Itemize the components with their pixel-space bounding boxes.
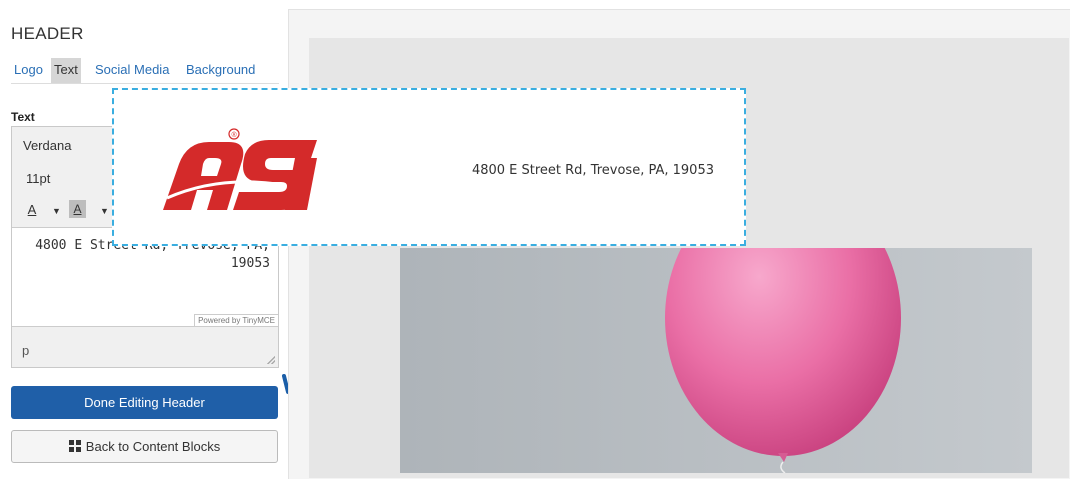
header-tabs: Logo Text Social Media Background <box>11 58 279 84</box>
blocks-grid-icon <box>68 440 81 452</box>
tab-text[interactable]: Text <box>51 58 81 83</box>
bg-color-dropdown-icon[interactable]: ▼ <box>100 206 109 216</box>
panel-title: HEADER <box>11 24 84 43</box>
font-size-value: 11pt <box>26 171 51 186</box>
bg-color-button[interactable]: A <box>69 200 86 218</box>
powered-by-tinymce[interactable]: Powered by TinyMCE <box>194 314 278 326</box>
resize-handle-icon[interactable] <box>267 356 275 364</box>
tab-logo[interactable]: Logo <box>11 58 46 83</box>
font-color-dropdown-icon[interactable]: ▼ <box>52 206 61 216</box>
header-address-text: 4800 E Street Rd, Trevose, PA, 19053 <box>471 163 714 178</box>
back-to-content-blocks-button[interactable]: Back to Content Blocks <box>11 430 278 463</box>
done-editing-header-button[interactable]: Done Editing Header <box>11 386 278 419</box>
text-section-label: Text <box>11 110 35 124</box>
tab-background[interactable]: Background <box>183 58 258 83</box>
asi-logo: ® <box>163 128 317 210</box>
font-color-button[interactable]: A <box>22 197 42 223</box>
email-header-block[interactable]: ® 4800 E Street Rd, Trevose, PA, 19053 <box>112 88 746 246</box>
element-path[interactable]: p <box>22 343 29 358</box>
font-family-value: Verdana <box>23 138 72 153</box>
pink-balloon-image <box>400 248 1032 473</box>
registered-mark: ® <box>232 131 238 139</box>
tab-social-media[interactable]: Social Media <box>92 58 172 83</box>
font-family-select[interactable]: Verdana <box>23 138 71 153</box>
back-button-label: Back to Content Blocks <box>85 439 221 454</box>
hero-image <box>400 248 1032 473</box>
font-size-select[interactable]: 11pt <box>26 171 50 186</box>
